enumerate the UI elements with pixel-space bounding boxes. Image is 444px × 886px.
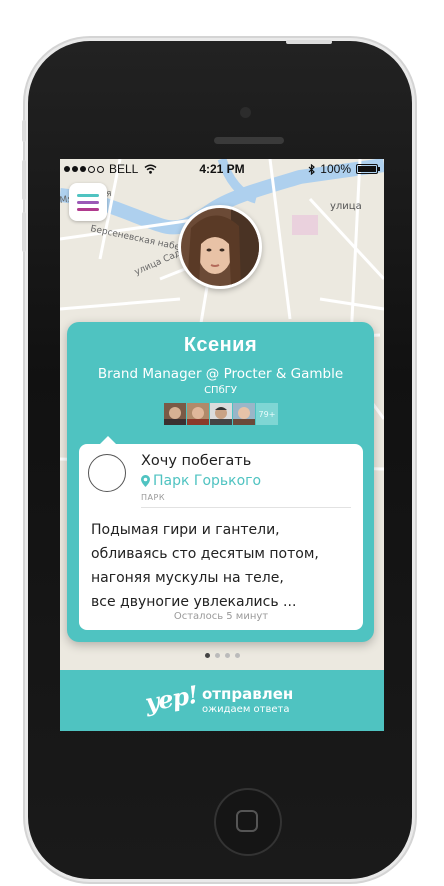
home-button[interactable] bbox=[214, 788, 282, 856]
status-footer: yep! отправлен ожидаем ответа bbox=[60, 670, 384, 731]
battery-percent: 100% bbox=[320, 162, 351, 176]
menu-button[interactable] bbox=[69, 183, 107, 221]
page-dot[interactable] bbox=[204, 653, 210, 658]
page-dot[interactable] bbox=[234, 653, 240, 658]
volume-down-button bbox=[22, 212, 26, 252]
avatar[interactable] bbox=[178, 205, 262, 289]
friend-avatar bbox=[233, 403, 255, 425]
menu-icon bbox=[77, 194, 99, 197]
profile-job: Brand Manager @ Procter & Gamble bbox=[97, 366, 344, 382]
profile-card[interactable]: Ксения Brand Manager @ Procter & Gamble … bbox=[67, 322, 374, 642]
message-line: Подымая гири и гантели, bbox=[91, 522, 280, 538]
place-type: ПАРК bbox=[141, 493, 165, 502]
menu-icon-line bbox=[77, 201, 99, 204]
friend-avatar bbox=[164, 403, 186, 425]
screen: Мясницкая Берсеневская набережная улица … bbox=[60, 159, 384, 731]
message-line: нагоняя мускулы на теле, bbox=[91, 570, 284, 586]
yep-logo: yep! bbox=[142, 679, 200, 718]
mutual-friends-more: 79+ bbox=[256, 403, 278, 425]
sent-status: отправлен bbox=[202, 685, 294, 703]
battery-icon bbox=[356, 164, 380, 174]
friend-avatar bbox=[187, 403, 209, 425]
location-pin-icon bbox=[141, 475, 150, 487]
activity-message: Подымая гири и гантели, обливаясь сто де… bbox=[91, 518, 359, 614]
place-name: Парк Горького bbox=[153, 473, 262, 489]
street-label-4: улица bbox=[330, 201, 362, 212]
speaker bbox=[214, 137, 284, 144]
time-remaining: Осталось 5 минут bbox=[173, 611, 269, 622]
mute-switch bbox=[22, 120, 26, 142]
waiting-status: ожидаем ответа bbox=[202, 704, 290, 715]
power-button bbox=[286, 40, 332, 44]
page-dot[interactable] bbox=[214, 653, 220, 658]
activity-title: Хочу побегать bbox=[141, 453, 252, 469]
page-dot[interactable] bbox=[224, 653, 230, 658]
menu-icon-line bbox=[77, 208, 99, 211]
activity-check-circle[interactable] bbox=[88, 454, 126, 492]
status-bar: BELL 4:21 PM 100% bbox=[60, 159, 384, 179]
friend-avatar bbox=[210, 403, 232, 425]
activity-card[interactable]: Хочу побегать Парк Горького ПАРК Подымая… bbox=[79, 436, 363, 630]
activity-place[interactable]: Парк Горького bbox=[141, 473, 261, 489]
volume-up-button bbox=[22, 160, 26, 200]
mutual-friends[interactable]: 79+ bbox=[164, 403, 278, 425]
divider bbox=[141, 507, 351, 508]
camera bbox=[240, 107, 251, 118]
message-line: обливаясь сто десятым потом, bbox=[91, 546, 319, 562]
profile-name: Ксения bbox=[183, 334, 258, 356]
profile-photo bbox=[181, 208, 259, 286]
page-indicator[interactable] bbox=[60, 653, 384, 658]
bluetooth-icon bbox=[308, 163, 316, 175]
profile-university: СПбГУ bbox=[204, 385, 237, 396]
